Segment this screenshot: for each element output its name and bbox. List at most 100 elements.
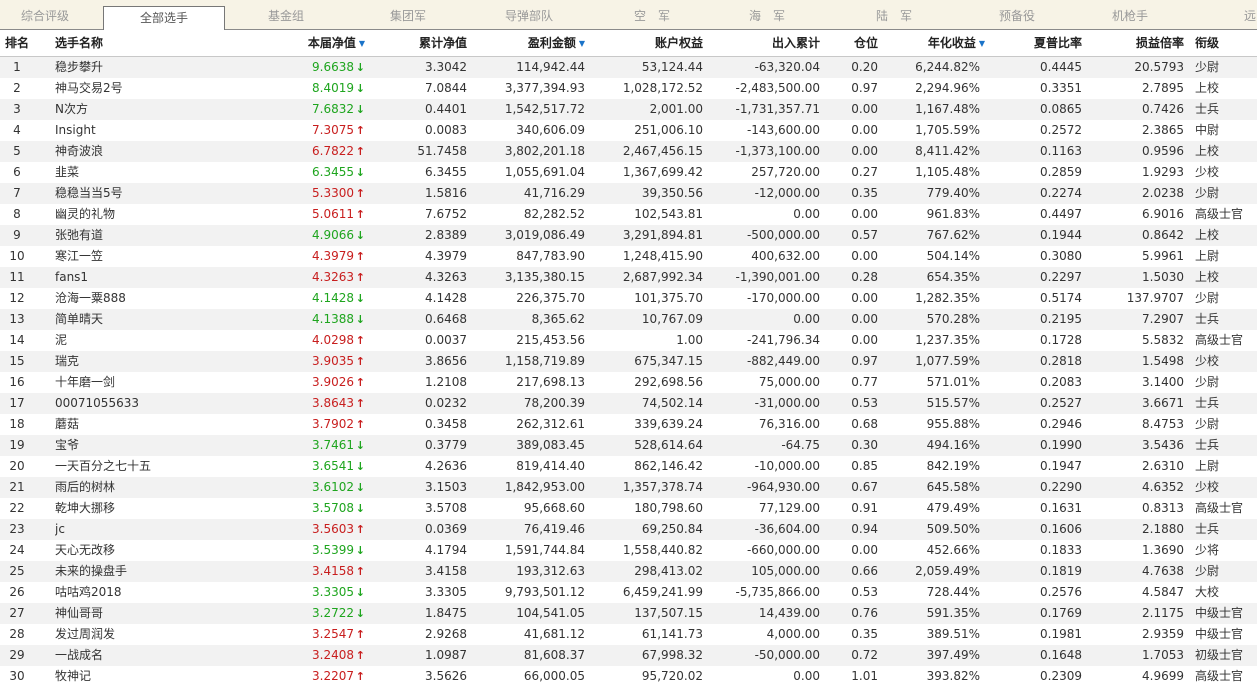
cell-player-name[interactable]: 天心无改移 — [55, 540, 205, 561]
cell-player-name[interactable]: 神仙哥哥 — [55, 603, 205, 624]
table-row[interactable]: 21 雨后的树林 3.6102 ↓ 3.1503 1,842,953.00 1,357,37… — [0, 477, 1257, 498]
cell-rank-title: 上校 — [1195, 81, 1220, 95]
table-row[interactable]: 3 N次方 7.6832 ↓ 0.4401 1,542,517.72 2,001.00 -1,… — [0, 99, 1257, 120]
table-row[interactable]: 24 天心无改移 3.5399 ↓ 4.1794 1,591,744.84 1,558,44… — [0, 540, 1257, 561]
cell-player-name[interactable]: 雨后的树林 — [55, 477, 205, 498]
cell-net-value: 3.5399 ↓ — [262, 540, 365, 561]
cell-inflow-outflow: -31,000.00 — [754, 396, 820, 410]
tab[interactable]: 机枪手 — [1080, 0, 1180, 29]
cell-cumulative-net-value: 1.2108 — [425, 375, 467, 389]
cell-account-equity: 1,248,415.90 — [622, 249, 703, 263]
column-header-net-value[interactable]: 本届净值 ▼ — [262, 30, 365, 56]
cell-player-name[interactable]: 一战成名 — [55, 645, 205, 666]
cell-player-name[interactable]: 咕咕鸡2018 — [55, 582, 205, 603]
table-row[interactable]: 11 fans1 4.3263 ↑ 4.3263 3,135,380.15 2,687,99… — [0, 267, 1257, 288]
sort-arrow-icon[interactable]: ▼ — [579, 39, 585, 48]
tab[interactable]: 预备役 — [958, 0, 1076, 29]
table-row[interactable]: 18 蘑菇 3.7902 ↑ 0.3458 262,312.61 339,639.24 76,… — [0, 414, 1257, 435]
cell-player-name[interactable]: 泥 — [55, 330, 205, 351]
cell-player-name[interactable]: 宝爷 — [55, 435, 205, 456]
column-header-annual-return[interactable]: 年化收益 ▼ — [885, 30, 985, 56]
cell-player-name[interactable]: 蘑菇 — [55, 414, 205, 435]
arrow-up-icon: ↑ — [355, 376, 365, 389]
cell-player-name[interactable]: 00071055633 — [55, 393, 205, 414]
table-row[interactable]: 16 十年磨一剑 3.9026 ↑ 1.2108 217,698.13 292,698.56… — [0, 372, 1257, 393]
table-row[interactable]: 6 韭菜 6.3455 ↓ 6.3455 1,055,691.04 1,367,699.42… — [0, 162, 1257, 183]
cell-account-equity: 6,459,241.99 — [622, 585, 703, 599]
cell-cumulative-net-value: 51.7458 — [417, 144, 467, 158]
cell-player-name[interactable]: 瑞克 — [55, 351, 205, 372]
cell-annual-return: 509.50% — [926, 522, 980, 536]
cell-player-name[interactable]: 十年磨一剑 — [55, 372, 205, 393]
tab[interactable]: 基金组 — [240, 0, 332, 29]
cell-player-name[interactable]: 寒江一笠 — [55, 246, 205, 267]
cell-player-name[interactable]: 乾坤大挪移 — [55, 498, 205, 519]
cell-cumulative-net-value: 1.8475 — [425, 606, 467, 620]
table-row[interactable]: 9 张弛有道 4.9066 ↓ 2.8389 3,019,086.49 3,291,894.… — [0, 225, 1257, 246]
cell-player-name[interactable]: jc — [55, 519, 205, 540]
cell-profit-amount: 215,453.56 — [516, 333, 585, 347]
cell-player-name[interactable]: 张弛有道 — [55, 225, 205, 246]
cell-inflow-outflow: 75,000.00 — [758, 375, 820, 389]
sort-arrow-icon[interactable]: ▼ — [979, 39, 985, 48]
table-row[interactable]: 15 瑞克 3.9035 ↑ 3.8656 1,158,719.89 675,347.15 -… — [0, 351, 1257, 372]
cell-player-name[interactable]: 未来的操盘手 — [55, 561, 205, 582]
cell-player-name[interactable]: fans1 — [55, 267, 205, 288]
table-row[interactable]: 17 00071055633 3.8643 ↑ 0.0232 78,200.39 74,50… — [0, 393, 1257, 414]
column-header-label: 本届净值 — [307, 36, 356, 50]
tab-active[interactable]: 全部选手 — [103, 6, 225, 30]
column-header-profit-amount[interactable]: 盈利金额 ▼ — [468, 30, 585, 56]
cell-rank-title: 上尉 — [1195, 459, 1220, 473]
table-row[interactable]: 1 稳步攀升 9.6638 ↓ 3.3042 114,942.44 53,124.44 -63… — [0, 57, 1257, 78]
tab[interactable]: 海 军 — [718, 0, 816, 29]
table-row[interactable]: 20 一天百分之七十五 3.6541 ↓ 4.2636 819,414.40 862,146… — [0, 456, 1257, 477]
tab[interactable]: 集团军 — [358, 0, 458, 29]
cell-rank: 23 — [9, 522, 25, 536]
table-row[interactable]: 25 未来的操盘手 3.4158 ↑ 3.4158 193,312.63 298,413.0… — [0, 561, 1257, 582]
tab[interactable]: 空 军 — [598, 0, 706, 29]
table-row[interactable]: 30 牧神记 3.2207 ↑ 3.5626 66,000.05 95,720.02 0.00… — [0, 666, 1257, 687]
cell-player-name[interactable]: 神奇波浪 — [55, 141, 205, 162]
table-row[interactable]: 5 神奇波浪 6.7822 ↑ 51.7458 3,802,201.18 2,467,456… — [0, 141, 1257, 162]
table-row[interactable]: 4 Insight 7.3075 ↑ 0.0083 340,606.09 251,006.1… — [0, 120, 1257, 141]
cell-net-value: 9.6638 ↓ — [262, 57, 365, 78]
cell-player-name[interactable]: N次方 — [55, 99, 205, 120]
table-row[interactable]: 22 乾坤大挪移 3.5708 ↓ 3.5708 95,668.60 180,798.60 7… — [0, 498, 1257, 519]
net-value-text: 3.5603 — [312, 522, 354, 536]
cell-player-name[interactable]: 神马交易2号 — [55, 78, 205, 99]
tab[interactable]: 导弹部队 — [477, 0, 581, 29]
table-row[interactable]: 10 寒江一笠 4.3979 ↑ 4.3979 847,783.90 1,248,415.9… — [0, 246, 1257, 267]
cell-player-name[interactable]: 牧神记 — [55, 666, 205, 687]
table-row[interactable]: 26 咕咕鸡2018 3.3305 ↓ 3.3305 9,793,501.12 6,459,… — [0, 582, 1257, 603]
cell-player-name[interactable]: 稳步攀升 — [55, 57, 205, 78]
table-row[interactable]: 19 宝爷 3.7461 ↓ 0.3779 389,083.45 528,614.64 -64… — [0, 435, 1257, 456]
table-row[interactable]: 27 神仙哥哥 3.2722 ↓ 1.8475 104,541.05 137,507.15 1… — [0, 603, 1257, 624]
cell-player-name[interactable]: 稳稳当当5号 — [55, 183, 205, 204]
cell-player-name[interactable]: 沧海一粟888 — [55, 288, 205, 309]
table-row[interactable]: 28 发过周润发 3.2547 ↑ 2.9268 41,681.12 61,141.73 4,… — [0, 624, 1257, 645]
cell-net-value: 4.0298 ↑ — [262, 330, 365, 351]
sort-arrow-icon[interactable]: ▼ — [359, 39, 365, 48]
cell-player-name[interactable]: 幽灵的礼物 — [55, 204, 205, 225]
cell-profit-loss-ratio: 0.9596 — [1142, 144, 1184, 158]
cell-profit-loss-ratio: 2.7895 — [1142, 81, 1184, 95]
table-row[interactable]: 14 泥 4.0298 ↑ 0.0037 215,453.56 1.00 -241,796.3… — [0, 330, 1257, 351]
cell-player-name[interactable]: 简单晴天 — [55, 309, 205, 330]
cell-player-name[interactable]: 一天百分之七十五 — [55, 456, 205, 477]
cell-player-name[interactable]: 韭菜 — [55, 162, 205, 183]
table-row[interactable]: 8 幽灵的礼物 5.0611 ↑ 7.6752 82,282.52 102,543.81 0.… — [0, 204, 1257, 225]
cell-rank-title: 中级士官 — [1195, 606, 1244, 620]
cell-player-name[interactable]: Insight — [55, 120, 205, 141]
table-row[interactable]: 13 简单晴天 4.1388 ↓ 0.6468 8,365.62 10,767.09 0.00… — [0, 309, 1257, 330]
cell-rank-title: 少尉 — [1195, 60, 1220, 74]
table-row[interactable]: 23 jc 3.5603 ↑ 0.0369 76,419.46 69,250.84 -36,6… — [0, 519, 1257, 540]
table-row[interactable]: 2 神马交易2号 8.4019 ↓ 7.0844 3,377,394.93 1,028,17… — [0, 78, 1257, 99]
tab[interactable]: 综合评级 — [5, 0, 85, 29]
table-row[interactable]: 29 一战成名 3.2408 ↑ 1.0987 81,608.37 67,998.32 -50… — [0, 645, 1257, 666]
tab[interactable]: 远 — [1235, 0, 1257, 29]
cell-account-equity: 2,001.00 — [649, 102, 703, 116]
cell-player-name[interactable]: 发过周润发 — [55, 624, 205, 645]
table-row[interactable]: 12 沧海一粟888 4.1428 ↓ 4.1428 226,375.70 101,375.… — [0, 288, 1257, 309]
table-row[interactable]: 7 稳稳当当5号 5.3300 ↑ 1.5816 41,716.29 39,350.56 -1… — [0, 183, 1257, 204]
tab[interactable]: 陆 军 — [840, 0, 948, 29]
